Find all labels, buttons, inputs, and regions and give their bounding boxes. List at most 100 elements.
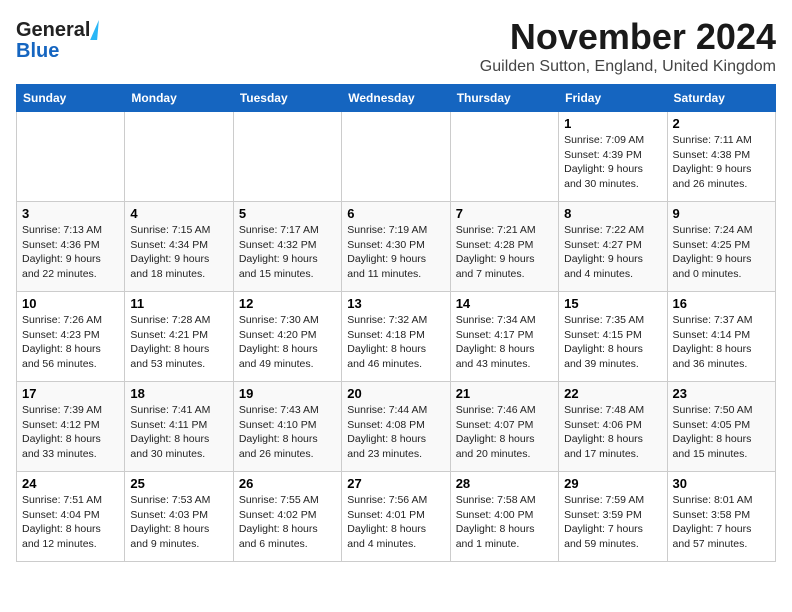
calendar-cell: 30Sunrise: 8:01 AM Sunset: 3:58 PM Dayli… xyxy=(667,472,775,562)
calendar-header-thursday: Thursday xyxy=(450,85,558,112)
calendar-week-row: 17 Sunrise: 7:39 AM Sunset: 4:12 PM Dayli… xyxy=(17,382,776,472)
day-info: Sunrise: 8:01 AM Sunset: 3:58 PM Dayligh… xyxy=(673,493,770,552)
day-number: 28 xyxy=(456,476,553,491)
calendar-cell: 3Sunrise: 7:13 AM Sunset: 4:36 PM Daylig… xyxy=(17,202,125,292)
day-info: Sunrise: 7:44 AM Sunset: 4:08 PM Dayligh… xyxy=(347,403,444,462)
day-number: 1 xyxy=(564,116,661,131)
calendar-cell: 25Sunrise: 7:53 AM Sunset: 4:03 PM Dayli… xyxy=(125,472,233,562)
day-info: Sunrise: 7:55 AM Sunset: 4:02 PM Dayligh… xyxy=(239,493,336,552)
day-number: 6 xyxy=(347,206,444,221)
day-info: Sunrise: 7:21 AM Sunset: 4:28 PM Dayligh… xyxy=(456,223,553,282)
day-info: Sunrise: 7:56 AM Sunset: 4:01 PM Dayligh… xyxy=(347,493,444,552)
day-info: Sunrise: 7:24 AM Sunset: 4:25 PM Dayligh… xyxy=(673,223,770,282)
calendar-cell xyxy=(125,112,233,202)
calendar-cell: 13 Sunrise: 7:32 AM Sunset: 4:18 PM Dayli… xyxy=(342,292,450,382)
day-info: Sunrise: 7:19 AM Sunset: 4:30 PM Dayligh… xyxy=(347,223,444,282)
calendar-week-row: 1 Sunrise: 7:09 AM Sunset: 4:39 PM Daylig… xyxy=(17,112,776,202)
day-info: Sunrise: 7:09 AM Sunset: 4:39 PM Dayligh… xyxy=(564,133,661,192)
calendar-header-sunday: Sunday xyxy=(17,85,125,112)
calendar-cell: 16 Sunrise: 7:37 AM Sunset: 4:14 PM Dayli… xyxy=(667,292,775,382)
day-info: Sunrise: 7:15 AM Sunset: 4:34 PM Dayligh… xyxy=(130,223,227,282)
day-info: Sunrise: 7:39 AM Sunset: 4:12 PM Dayligh… xyxy=(22,403,119,462)
day-info: Sunrise: 7:28 AM Sunset: 4:21 PM Dayligh… xyxy=(130,313,227,372)
calendar-cell: 21 Sunrise: 7:46 AM Sunset: 4:07 PM Dayli… xyxy=(450,382,558,472)
day-number: 5 xyxy=(239,206,336,221)
day-number: 26 xyxy=(239,476,336,491)
logo: General Blue xyxy=(16,20,98,63)
day-info: Sunrise: 7:48 AM Sunset: 4:06 PM Dayligh… xyxy=(564,403,661,462)
calendar-cell: 2 Sunrise: 7:11 AM Sunset: 4:38 PM Daylig… xyxy=(667,112,775,202)
calendar-cell: 6 Sunrise: 7:19 AM Sunset: 4:30 PM Daylig… xyxy=(342,202,450,292)
day-number: 18 xyxy=(130,386,227,401)
calendar-cell xyxy=(342,112,450,202)
calendar-cell: 14 Sunrise: 7:34 AM Sunset: 4:17 PM Dayli… xyxy=(450,292,558,382)
calendar-header-row: SundayMondayTuesdayWednesdayThursdayFrid… xyxy=(17,85,776,112)
day-number: 21 xyxy=(456,386,553,401)
calendar-cell: 20Sunrise: 7:44 AM Sunset: 4:08 PM Dayli… xyxy=(342,382,450,472)
calendar-header-saturday: Saturday xyxy=(667,85,775,112)
day-number: 29 xyxy=(564,476,661,491)
day-number: 27 xyxy=(347,476,444,491)
calendar-header-friday: Friday xyxy=(559,85,667,112)
day-number: 11 xyxy=(130,296,227,311)
day-number: 4 xyxy=(130,206,227,221)
calendar-cell: 26 Sunrise: 7:55 AM Sunset: 4:02 PM Dayli… xyxy=(233,472,341,562)
day-info: Sunrise: 7:35 AM Sunset: 4:15 PM Dayligh… xyxy=(564,313,661,372)
calendar-header-monday: Monday xyxy=(125,85,233,112)
day-info: Sunrise: 7:26 AM Sunset: 4:23 PM Dayligh… xyxy=(22,313,119,372)
day-info: Sunrise: 7:11 AM Sunset: 4:38 PM Dayligh… xyxy=(673,133,770,192)
day-number: 15 xyxy=(564,296,661,311)
title-section: November 2024 Guilden Sutton, England, U… xyxy=(480,16,776,76)
day-number: 17 xyxy=(22,386,119,401)
day-info: Sunrise: 7:30 AM Sunset: 4:20 PM Dayligh… xyxy=(239,313,336,372)
day-number: 10 xyxy=(22,296,119,311)
day-number: 12 xyxy=(239,296,336,311)
month-title: November 2024 xyxy=(480,16,776,58)
day-number: 22 xyxy=(564,386,661,401)
day-number: 19 xyxy=(239,386,336,401)
logo-blue-text: Blue xyxy=(16,40,98,63)
day-info: Sunrise: 7:43 AM Sunset: 4:10 PM Dayligh… xyxy=(239,403,336,462)
calendar-cell: 24Sunrise: 7:51 AM Sunset: 4:04 PM Dayli… xyxy=(17,472,125,562)
calendar-cell: 22 Sunrise: 7:48 AM Sunset: 4:06 PM Dayli… xyxy=(559,382,667,472)
calendar-week-row: 10 Sunrise: 7:26 AM Sunset: 4:23 PM Dayli… xyxy=(17,292,776,382)
day-info: Sunrise: 7:37 AM Sunset: 4:14 PM Dayligh… xyxy=(673,313,770,372)
day-info: Sunrise: 7:53 AM Sunset: 4:03 PM Dayligh… xyxy=(130,493,227,552)
calendar-cell: 7 Sunrise: 7:21 AM Sunset: 4:28 PM Daylig… xyxy=(450,202,558,292)
day-number: 24 xyxy=(22,476,119,491)
location-text: Guilden Sutton, England, United Kingdom xyxy=(480,58,776,76)
day-info: Sunrise: 7:59 AM Sunset: 3:59 PM Dayligh… xyxy=(564,493,661,552)
day-info: Sunrise: 7:46 AM Sunset: 4:07 PM Dayligh… xyxy=(456,403,553,462)
calendar-cell: 9 Sunrise: 7:24 AM Sunset: 4:25 PM Daylig… xyxy=(667,202,775,292)
day-number: 2 xyxy=(673,116,770,131)
calendar-cell: 10 Sunrise: 7:26 AM Sunset: 4:23 PM Dayli… xyxy=(17,292,125,382)
day-number: 8 xyxy=(564,206,661,221)
day-info: Sunrise: 7:32 AM Sunset: 4:18 PM Dayligh… xyxy=(347,313,444,372)
day-info: Sunrise: 7:22 AM Sunset: 4:27 PM Dayligh… xyxy=(564,223,661,282)
calendar-cell: 5 Sunrise: 7:17 AM Sunset: 4:32 PM Daylig… xyxy=(233,202,341,292)
calendar-week-row: 24Sunrise: 7:51 AM Sunset: 4:04 PM Dayli… xyxy=(17,472,776,562)
calendar-week-row: 3Sunrise: 7:13 AM Sunset: 4:36 PM Daylig… xyxy=(17,202,776,292)
day-info: Sunrise: 7:13 AM Sunset: 4:36 PM Dayligh… xyxy=(22,223,119,282)
calendar-cell xyxy=(450,112,558,202)
calendar-cell: 15 Sunrise: 7:35 AM Sunset: 4:15 PM Dayli… xyxy=(559,292,667,382)
calendar-cell: 27 Sunrise: 7:56 AM Sunset: 4:01 PM Dayli… xyxy=(342,472,450,562)
day-number: 16 xyxy=(673,296,770,311)
logo-triangle-icon xyxy=(91,20,100,40)
day-info: Sunrise: 7:34 AM Sunset: 4:17 PM Dayligh… xyxy=(456,313,553,372)
day-number: 13 xyxy=(347,296,444,311)
day-number: 7 xyxy=(456,206,553,221)
calendar-cell: 17 Sunrise: 7:39 AM Sunset: 4:12 PM Dayli… xyxy=(17,382,125,472)
day-number: 9 xyxy=(673,206,770,221)
day-info: Sunrise: 7:50 AM Sunset: 4:05 PM Dayligh… xyxy=(673,403,770,462)
calendar-cell: 28Sunrise: 7:58 AM Sunset: 4:00 PM Dayli… xyxy=(450,472,558,562)
calendar-cell: 1 Sunrise: 7:09 AM Sunset: 4:39 PM Daylig… xyxy=(559,112,667,202)
day-number: 14 xyxy=(456,296,553,311)
calendar-cell: 4 Sunrise: 7:15 AM Sunset: 4:34 PM Daylig… xyxy=(125,202,233,292)
day-info: Sunrise: 7:41 AM Sunset: 4:11 PM Dayligh… xyxy=(130,403,227,462)
day-info: Sunrise: 7:17 AM Sunset: 4:32 PM Dayligh… xyxy=(239,223,336,282)
header: General Blue November 2024 Guilden Sutto… xyxy=(16,16,776,76)
calendar-header-tuesday: Tuesday xyxy=(233,85,341,112)
calendar-cell xyxy=(17,112,125,202)
calendar-cell: 18 Sunrise: 7:41 AM Sunset: 4:11 PM Dayli… xyxy=(125,382,233,472)
